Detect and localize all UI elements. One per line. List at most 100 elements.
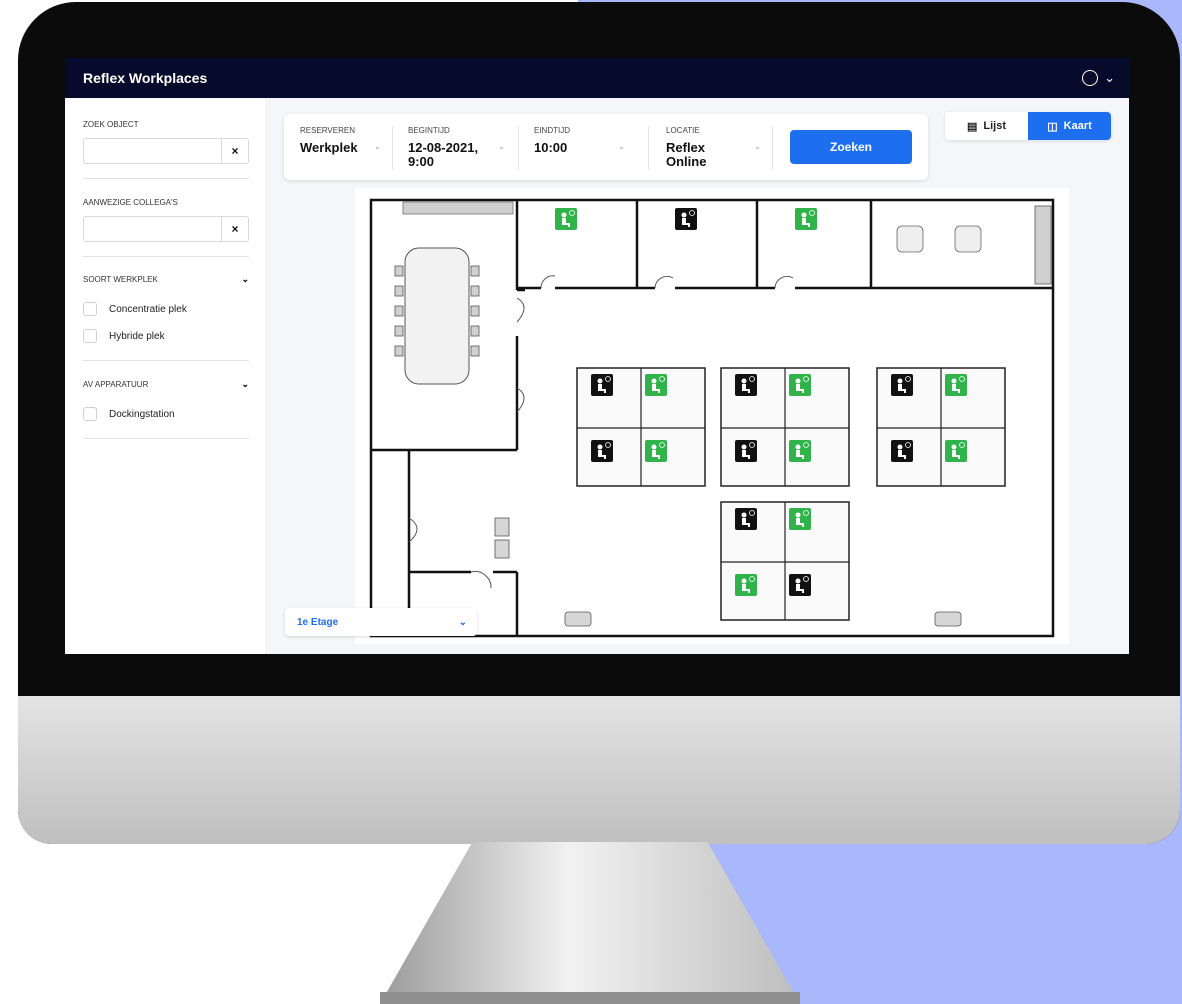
counter: [1034, 205, 1052, 285]
checkbox-label: Concentratie plek: [109, 303, 187, 315]
chevron-down-icon: ⌄: [458, 616, 467, 628]
person-icon: [741, 444, 747, 450]
view-toggle: ▤ Lijst ◫ Kaart: [945, 112, 1111, 140]
desk-available[interactable]: [789, 508, 811, 530]
reserve-field[interactable]: RESERVEREN Werkplek ⌄: [300, 126, 381, 155]
divider: [83, 178, 249, 179]
start-time-field[interactable]: BEGINTIJD 12-08-2021, 9:00 ⌄: [408, 126, 505, 169]
start-time-hour: 9:00: [408, 154, 435, 169]
user-menu[interactable]: ⌄: [1082, 70, 1115, 86]
person-icon: [795, 578, 801, 584]
person-icon: [597, 444, 603, 450]
desk-occupied[interactable]: [891, 374, 913, 396]
map-view-button[interactable]: ◫ Kaart: [1028, 112, 1111, 140]
location-line1: Reflex: [666, 140, 706, 155]
desk-occupied[interactable]: [891, 440, 913, 462]
desk-occupied[interactable]: [789, 574, 811, 596]
floor-value: 1e Etage: [297, 616, 339, 628]
person-icon: [795, 512, 801, 518]
person-icon: [897, 378, 903, 384]
desk-available[interactable]: [945, 374, 967, 396]
top-bar: Reflex Workplaces ⌄: [65, 58, 1129, 98]
floor-plan: [355, 188, 1069, 644]
meeting-table: [404, 247, 470, 385]
user-icon: [1082, 70, 1099, 86]
desk-available[interactable]: [789, 374, 811, 396]
search-object-label: ZOEK OBJECT: [83, 120, 139, 129]
end-time-label: EINDTIJD: [534, 126, 570, 135]
workplace-type-label: SOORT WERKPLEK: [83, 275, 158, 284]
checkbox-box[interactable]: [83, 329, 97, 343]
desk-occupied[interactable]: [735, 440, 757, 462]
checkbox-box[interactable]: [83, 302, 97, 316]
chevron-down-icon: ⌄: [754, 142, 761, 151]
desk-available[interactable]: [789, 440, 811, 462]
round-tables: [896, 225, 982, 253]
desk-available[interactable]: [945, 440, 967, 462]
person-icon: [651, 444, 657, 450]
desk-available[interactable]: [645, 374, 667, 396]
checkbox-concentratie[interactable]: Concentratie plek: [83, 302, 187, 316]
clear-search-object-button[interactable]: ×: [221, 139, 248, 163]
colleagues-label: AANWEZIGE COLLEGA'S: [83, 198, 178, 207]
start-time-date: 12-08-2021,: [408, 140, 479, 155]
floor-plan-drawing: [369, 198, 1055, 638]
chevron-down-icon: ⌄: [498, 142, 505, 151]
av-label: AV APPARATUUR: [83, 380, 149, 389]
map-view-label: Kaart: [1063, 120, 1092, 132]
search-object-input[interactable]: ×: [83, 138, 249, 164]
list-icon: ▤: [966, 120, 978, 133]
desk-available[interactable]: [555, 208, 577, 230]
colleagues-input[interactable]: ×: [83, 216, 249, 242]
desk-occupied[interactable]: [591, 374, 613, 396]
location-line2: Online: [666, 154, 707, 169]
checkbox-label: Dockingstation: [109, 408, 175, 420]
desk-available[interactable]: [735, 574, 757, 596]
clear-colleagues-button[interactable]: ×: [221, 217, 248, 241]
desk-occupied[interactable]: [735, 374, 757, 396]
reserve-value: Werkplek: [300, 140, 358, 155]
desk-occupied[interactable]: [591, 440, 613, 462]
desk-available[interactable]: [795, 208, 817, 230]
person-icon: [597, 378, 603, 384]
desk-occupied[interactable]: [735, 508, 757, 530]
chevron-down-icon: ⌄: [241, 379, 249, 389]
checkbox-label: Hybride plek: [109, 330, 165, 342]
cabinet: [402, 201, 514, 215]
checkbox-hybride[interactable]: Hybride plek: [83, 329, 165, 343]
filter-sidebar: ZOEK OBJECT × AANWEZIGE COLLEGA'S × SOOR…: [65, 98, 265, 654]
person-icon: [651, 378, 657, 384]
app-title: Reflex Workplaces: [83, 70, 208, 86]
person-icon: [741, 378, 747, 384]
person-icon: [795, 378, 801, 384]
person-icon: [897, 444, 903, 450]
divider: [83, 256, 249, 257]
location-field[interactable]: LOCATIE Reflex Online ⌄: [666, 126, 761, 169]
chevron-down-icon: ⌄: [374, 142, 381, 151]
checkbox-box[interactable]: [83, 407, 97, 421]
chevron-down-icon: ⌄: [618, 142, 625, 151]
person-icon: [801, 212, 807, 218]
desk-available[interactable]: [645, 440, 667, 462]
workplace-type-header[interactable]: SOORT WERKPLEK ⌄: [83, 274, 249, 285]
list-view-label: Lijst: [983, 120, 1007, 132]
person-icon: [795, 444, 801, 450]
end-time-field[interactable]: EINDTIJD 10:00 ⌄: [534, 126, 625, 155]
person-icon: [681, 212, 687, 218]
search-bar: RESERVEREN Werkplek ⌄ BEGINTIJD 12-08-20…: [284, 114, 928, 180]
monitor-stand-base: [380, 992, 800, 1004]
app-screen: Reflex Workplaces ⌄ ZOEK OBJECT × AANWEZ…: [65, 58, 1129, 654]
reserve-label: RESERVEREN: [300, 126, 355, 135]
desk-occupied[interactable]: [675, 208, 697, 230]
chevron-down-icon: ⌄: [241, 274, 249, 284]
av-header[interactable]: AV APPARATUUR ⌄: [83, 379, 249, 390]
floor-select[interactable]: 1e Etage ⌄: [285, 608, 477, 636]
monitor-chin: [18, 696, 1180, 844]
end-time-value: 10:00: [534, 140, 568, 155]
start-time-label: BEGINTIJD: [408, 126, 450, 135]
checkbox-dockingstation[interactable]: Dockingstation: [83, 407, 175, 421]
divider: [83, 438, 249, 439]
chevron-down-icon: ⌄: [1104, 70, 1115, 85]
search-button[interactable]: Zoeken: [790, 130, 912, 164]
list-view-button[interactable]: ▤ Lijst: [945, 112, 1028, 140]
